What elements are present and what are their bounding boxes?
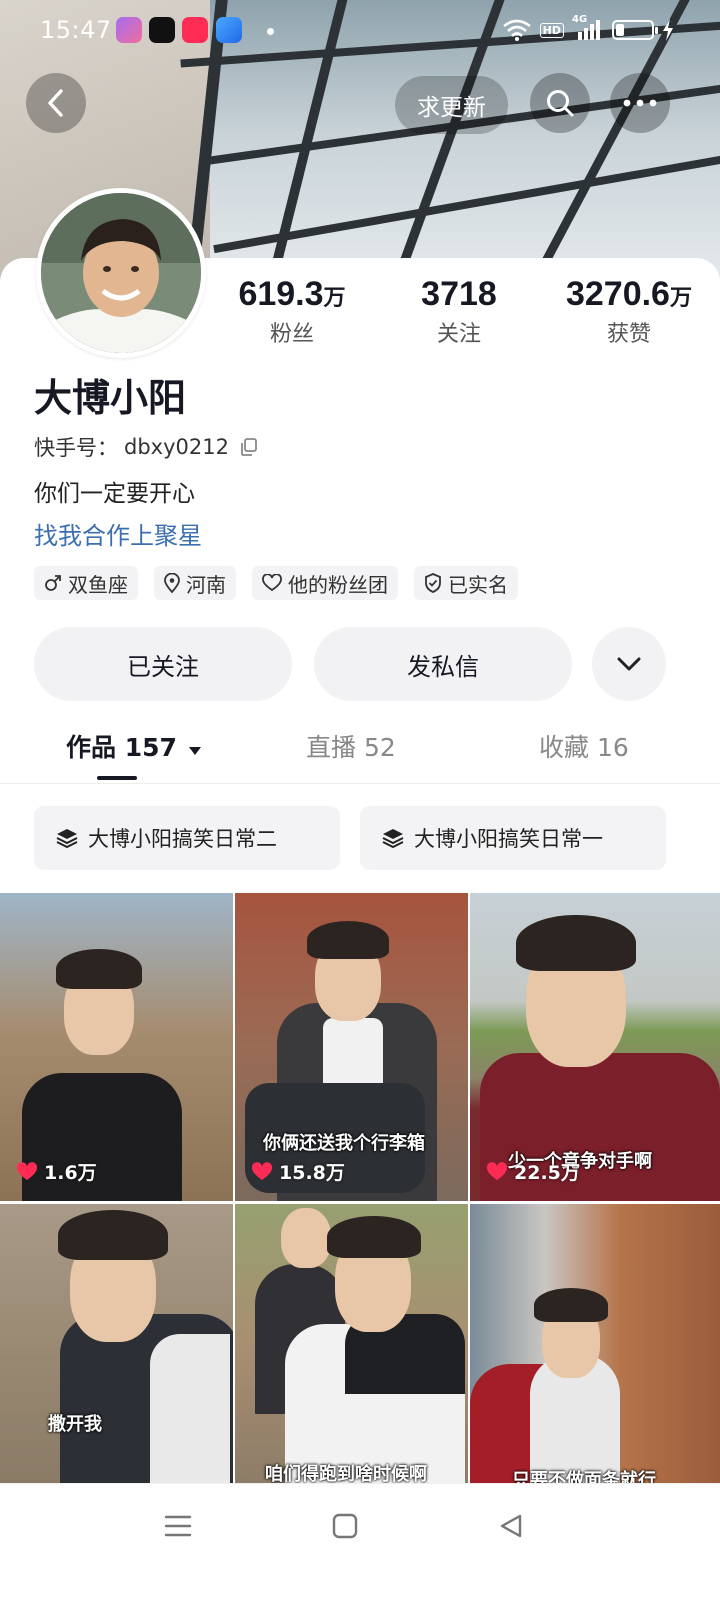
stat-likes[interactable]: 3270.6万 获赞 (566, 275, 692, 348)
shield-check-icon (425, 573, 441, 593)
request-update-button[interactable]: 求更新 (395, 76, 508, 134)
chevron-down-icon (617, 657, 641, 671)
tag-location-label: 河南 (186, 572, 226, 597)
layers-icon (382, 829, 404, 849)
profile-stats: 619.3万 粉丝 3718 关注 3270.6万 获赞 (232, 275, 692, 348)
stat-followers-unit: 万 (323, 286, 346, 311)
location-icon (164, 573, 180, 593)
expand-recommend-button[interactable] (592, 627, 666, 701)
followed-button[interactable]: 已关注 (34, 627, 292, 701)
app-icon-browser (216, 17, 242, 43)
male-icon (45, 575, 61, 591)
handle-label: 快手号： (34, 436, 118, 460)
status-bar: 15:47 HD 4G (0, 0, 720, 64)
battery-icon (612, 20, 658, 40)
layers-icon (56, 829, 78, 849)
video-likes-count: 22.5万 (514, 1162, 580, 1184)
collection-item-label: 大博小阳搞笑日常一 (414, 827, 603, 851)
video-likes-count: 15.8万 (279, 1162, 345, 1184)
video-caption: 撒开我 (48, 1414, 102, 1435)
video-likes: 15.8万 (251, 1158, 345, 1185)
stat-likes-label: 获赞 (606, 322, 651, 347)
video-caption: 只要不做面条就行 (512, 1470, 656, 1483)
video-likes-count: 1.6万 (44, 1162, 97, 1184)
tag-zodiac-label: 双鱼座 (68, 572, 128, 597)
back-button[interactable] (26, 73, 86, 133)
send-message-button[interactable]: 发私信 (314, 627, 572, 701)
charging-icon (663, 19, 673, 41)
video-caption: 咱们得跑到啥时候啊 (265, 1464, 427, 1483)
cooperation-link[interactable]: 找我合作上聚星 (34, 516, 202, 551)
heart-outline-icon (262, 574, 282, 592)
video-thumbnail[interactable]: 少一个竞争对手啊 22.5万 (470, 893, 720, 1201)
video-thumbnail[interactable]: 你俩还送我个行李箱 15.8万 (235, 893, 468, 1201)
home-square-icon[interactable] (332, 1513, 358, 1539)
app-icon-camera (116, 17, 142, 43)
search-button[interactable] (530, 73, 590, 133)
tag-verified-label: 已实名 (448, 572, 508, 597)
hd-badge: HD (539, 22, 564, 38)
profile-tags: 双鱼座 河南 他的粉丝团 已实名 (34, 566, 518, 600)
back-triangle-icon[interactable] (498, 1513, 524, 1539)
content-tabs: 作品 157 直播 52 收藏 16 (0, 712, 720, 784)
more-dots-icon (623, 99, 657, 107)
heart-icon (251, 1161, 273, 1180)
stat-following[interactable]: 3718 关注 (399, 275, 519, 348)
tab-works-label: 作品 157 (66, 733, 177, 762)
heart-icon (486, 1161, 508, 1180)
tag-zodiac[interactable]: 双鱼座 (34, 566, 138, 600)
stat-followers-label: 粉丝 (269, 322, 314, 347)
wifi-icon (502, 19, 531, 41)
more-notifications-dot (267, 28, 274, 35)
chevron-left-icon (48, 89, 63, 117)
copy-icon[interactable] (239, 437, 259, 457)
tag-location[interactable]: 河南 (154, 566, 236, 600)
collection-item[interactable]: 大博小阳搞笑日常一 (360, 806, 666, 870)
video-grid: 1.6万 你俩还送我个行李箱 15.8万 少一个竞争对手啊 22.5万 撒开我 (0, 893, 720, 1483)
more-options-button[interactable] (610, 73, 670, 133)
video-thumbnail[interactable]: 只要不做面条就行 (470, 1204, 720, 1483)
video-thumbnail[interactable]: 咱们得跑到啥时候啊 (235, 1204, 468, 1483)
tag-verified[interactable]: 已实名 (414, 566, 518, 600)
profile-name: 大博小阳 (34, 376, 187, 420)
collection-item-label: 大博小阳搞笑日常二 (88, 827, 277, 851)
video-likes: 22.5万 (486, 1158, 580, 1185)
cell-signal-icon: 4G (572, 14, 604, 42)
stat-likes-unit: 万 (669, 286, 692, 311)
profile-handle: 快手号： dbxy0212 (34, 432, 259, 462)
stat-following-value: 3718 (421, 275, 497, 313)
collection-list: 大博小阳搞笑日常二 大博小阳搞笑日常一 (34, 806, 666, 870)
video-caption: 你俩还送我个行李箱 (263, 1133, 425, 1154)
caret-down-icon (188, 747, 201, 755)
menu-icon[interactable] (164, 1514, 192, 1538)
handle-value: dbxy0212 (124, 435, 229, 459)
stat-following-label: 关注 (436, 322, 481, 347)
search-icon (547, 90, 574, 117)
avatar-portrait (41, 193, 201, 353)
network-type-label: 4G (572, 14, 588, 25)
profile-actions: 已关注 发私信 (34, 627, 666, 701)
tab-works[interactable]: 作品 157 (66, 728, 202, 764)
stat-followers-value: 619.3 (238, 275, 324, 313)
collection-item[interactable]: 大博小阳搞笑日常二 (34, 806, 340, 870)
tab-favorites[interactable]: 收藏 16 (539, 728, 629, 764)
tab-live[interactable]: 直播 52 (306, 728, 396, 764)
app-icon-tiktok (149, 17, 175, 43)
stat-likes-value: 3270.6 (565, 275, 670, 313)
app-icon-video (182, 17, 208, 43)
stat-followers[interactable]: 619.3万 粉丝 (232, 275, 352, 348)
active-tab-indicator (97, 776, 137, 780)
video-thumbnail[interactable]: 1.6万 (0, 893, 233, 1201)
avatar[interactable] (36, 188, 206, 358)
tag-fan-club-label: 他的粉丝团 (288, 572, 388, 597)
profile-bio: 你们一定要开心 (34, 481, 195, 507)
heart-icon (16, 1161, 38, 1180)
system-navigation-bar (0, 1483, 720, 1612)
tag-fan-club[interactable]: 他的粉丝团 (252, 566, 398, 600)
video-thumbnail[interactable]: 撒开我 (0, 1204, 233, 1483)
video-likes: 1.6万 (16, 1158, 97, 1185)
status-time: 15:47 (40, 16, 112, 44)
